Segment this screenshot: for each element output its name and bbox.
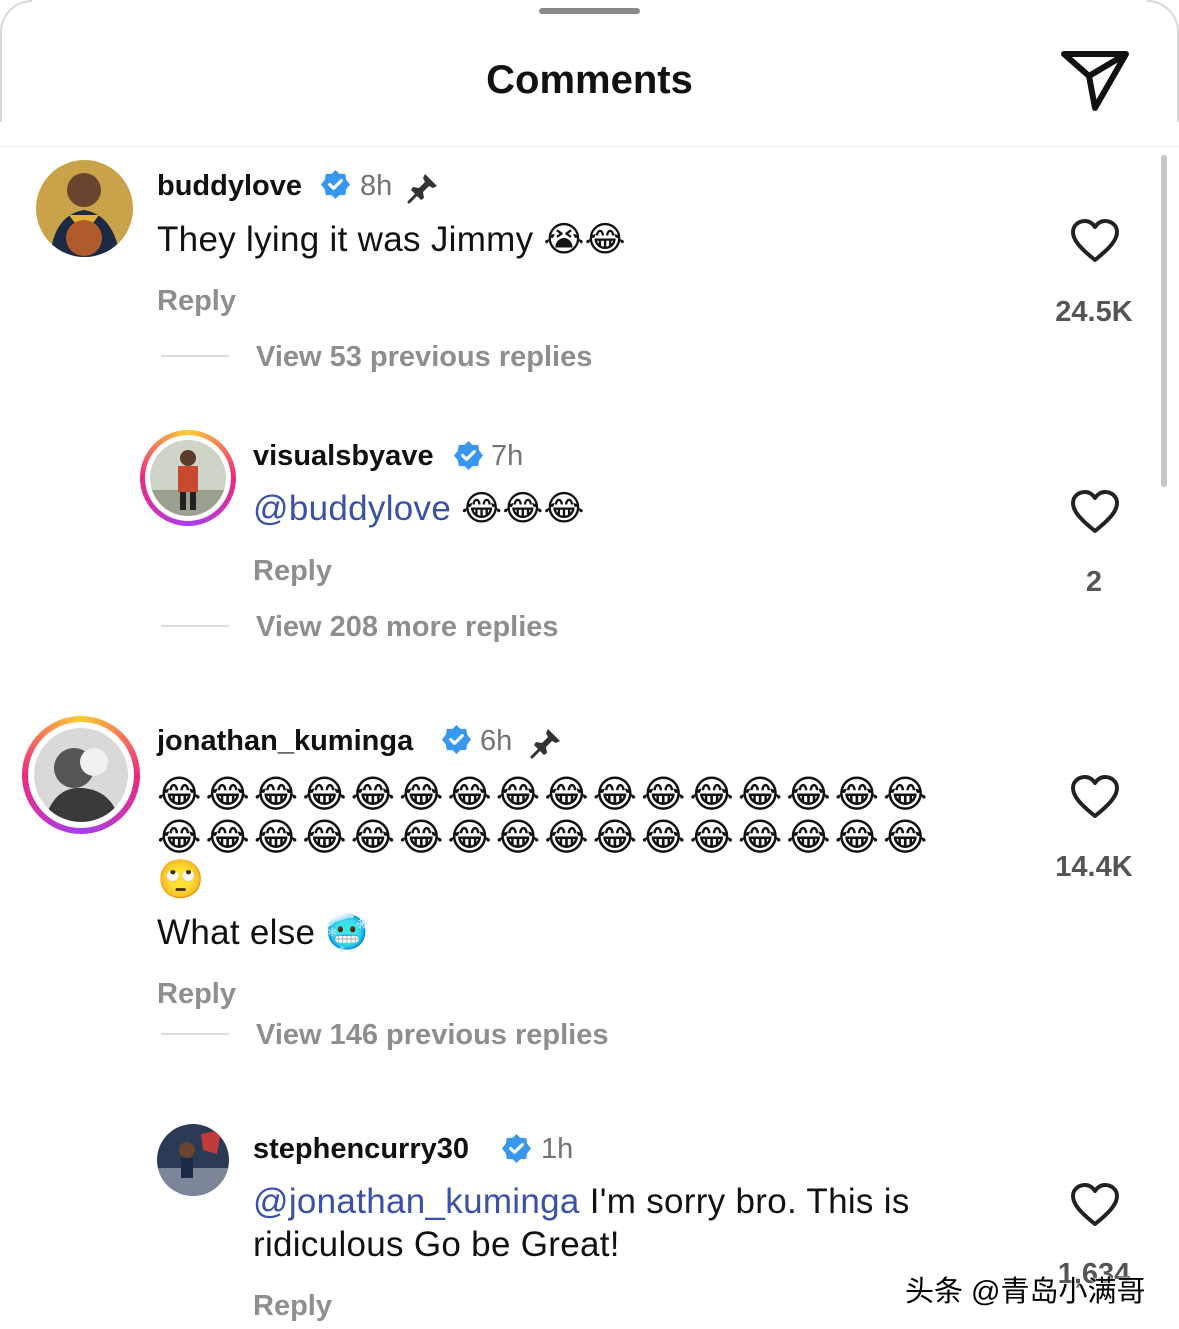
emoji-row: 😂😂😂😂😂😂😂😂😂😂😂😂😂😂😂😂 <box>157 772 932 816</box>
username[interactable]: stephencurry30 <box>253 1133 469 1166</box>
story-ring-avatar[interactable] <box>22 716 140 834</box>
username[interactable]: buddylove <box>157 170 302 203</box>
comment-text-line2: ridiculous Go be Great! <box>253 1225 620 1264</box>
send-icon[interactable] <box>1058 44 1132 114</box>
view-replies-button[interactable]: View 146 previous replies <box>256 1019 609 1052</box>
reply-button[interactable]: Reply <box>253 1290 332 1323</box>
username[interactable]: jonathan_kuminga <box>157 725 413 758</box>
view-replies-line <box>161 1033 229 1035</box>
reply-button[interactable]: Reply <box>253 555 332 588</box>
verified-badge-icon <box>453 440 484 471</box>
view-replies-line <box>161 625 229 627</box>
verified-badge-icon <box>501 1133 532 1164</box>
heart-icon[interactable] <box>1070 1182 1120 1228</box>
avatar <box>34 728 128 822</box>
story-ring-avatar[interactable] <box>140 430 236 526</box>
like-count: 14.4K <box>1055 851 1133 883</box>
verified-badge-icon <box>441 724 472 755</box>
sheet-grabber-handle[interactable] <box>539 8 640 14</box>
emoji-row: 🙄 <box>157 857 209 901</box>
username[interactable]: visualsbyave <box>253 440 434 473</box>
pin-icon <box>530 729 560 759</box>
heart-icon[interactable] <box>1070 774 1120 820</box>
view-replies-button[interactable]: View 208 more replies <box>256 611 559 644</box>
reply-button[interactable]: Reply <box>157 978 236 1011</box>
avatar[interactable] <box>157 1124 229 1196</box>
comment-text: What else 🥶 <box>157 913 370 953</box>
pin-icon <box>407 174 437 204</box>
timestamp: 7h <box>491 440 524 472</box>
timestamp: 6h <box>480 725 513 757</box>
view-replies-line <box>161 355 229 357</box>
timestamp: 8h <box>360 170 393 202</box>
like-count: 2 <box>1085 566 1103 598</box>
mention-link[interactable]: @buddylove <box>253 489 451 528</box>
emoji: 🥶 <box>325 913 370 953</box>
scrollbar[interactable] <box>1161 155 1167 487</box>
page-title: Comments <box>486 58 693 102</box>
comment-text: @buddylove 😂😂😂 <box>253 489 585 529</box>
emoji-row: 😂😂😂😂😂😂😂😂😂😂😂😂😂😂😂😂 <box>157 815 932 859</box>
like-count: 24.5K <box>1055 296 1133 328</box>
heart-icon[interactable] <box>1070 218 1120 264</box>
avatar <box>150 440 226 516</box>
comments-sheet: Comments buddylove 8h They lying it was <box>0 0 1179 1329</box>
heart-icon[interactable] <box>1070 489 1120 535</box>
emoji: 😭😂 <box>543 220 626 260</box>
reply-button[interactable]: Reply <box>157 285 236 318</box>
verified-badge-icon <box>320 169 351 200</box>
view-replies-button[interactable]: View 53 previous replies <box>256 341 592 374</box>
header-divider <box>0 146 1179 147</box>
mention-link[interactable]: @jonathan_kuminga <box>253 1182 580 1221</box>
timestamp: 1h <box>541 1133 574 1165</box>
watermark: 头条 @青岛小满哥 <box>905 1276 1146 1308</box>
avatar[interactable] <box>36 160 133 257</box>
comment-text: They lying it was Jimmy 😭😂 <box>157 220 626 260</box>
emoji: 😂😂😂 <box>461 489 585 529</box>
comment-text: @jonathan_kuminga I'm sorry bro. This is <box>253 1182 910 1221</box>
